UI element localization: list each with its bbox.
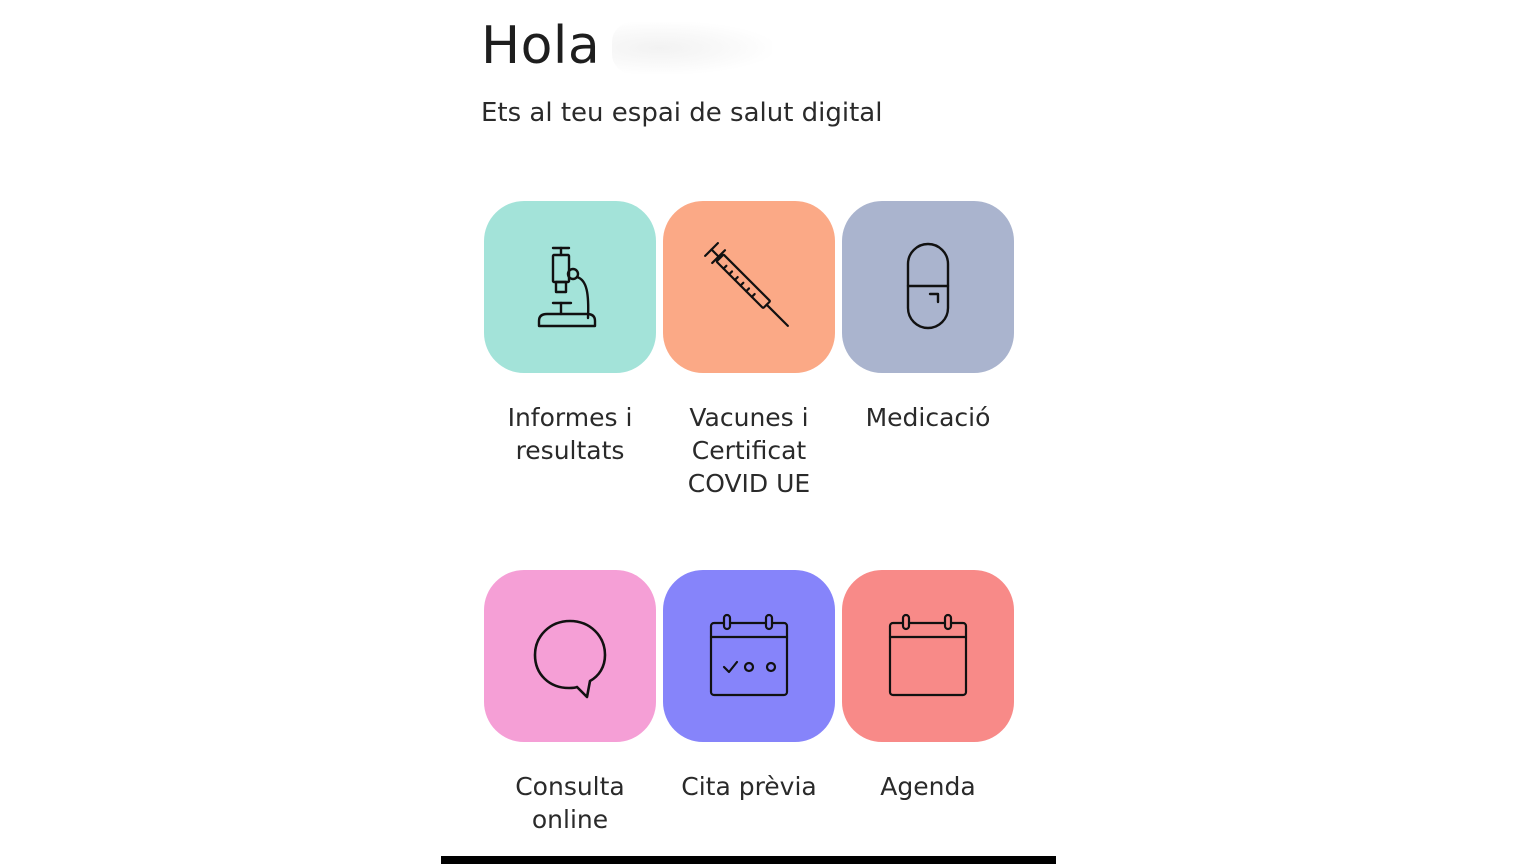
home-screen: Hola Ets al teu espai de salut digital I…: [0, 0, 1536, 864]
tile-icon-box[interactable]: [663, 570, 835, 742]
calendar-icon: [888, 613, 968, 697]
tile-vacunes-certificat[interactable]: Vacunes i Certificat COVID UE: [663, 201, 835, 500]
tile-label: Vacunes i Certificat COVID UE: [687, 403, 811, 498]
tile-informes-resultats[interactable]: Informes i resultats: [484, 201, 656, 467]
tile-icon-box[interactable]: [484, 570, 656, 742]
speech-bubble-icon: [533, 619, 607, 699]
bottom-bar: [441, 856, 1056, 864]
tile-medicacio[interactable]: Medicació: [842, 201, 1014, 434]
tile-consulta-online[interactable]: Consulta online: [484, 570, 656, 836]
syringe-icon: [704, 242, 789, 327]
tile-cita-previa[interactable]: Cita prèvia: [663, 570, 835, 803]
tile-icon-box[interactable]: [842, 201, 1014, 373]
tile-agenda[interactable]: Agenda: [842, 570, 1014, 803]
tile-label: Cita prèvia: [681, 772, 817, 801]
redacted-user-name: [612, 22, 772, 74]
microscope-icon: [537, 246, 597, 328]
greeting-title: Hola: [481, 16, 601, 76]
tile-icon-box[interactable]: [663, 201, 835, 373]
tile-label: Medicació: [865, 403, 991, 432]
tile-icon-box[interactable]: [484, 201, 656, 373]
tile-label: Consulta online: [515, 772, 625, 834]
pill-icon: [906, 242, 950, 330]
calendar-check-icon: [709, 613, 789, 697]
tile-label: Agenda: [880, 772, 976, 801]
tile-icon-box[interactable]: [842, 570, 1014, 742]
tile-label: Informes i resultats: [507, 403, 633, 465]
page-subtitle: Ets al teu espai de salut digital: [481, 98, 883, 128]
